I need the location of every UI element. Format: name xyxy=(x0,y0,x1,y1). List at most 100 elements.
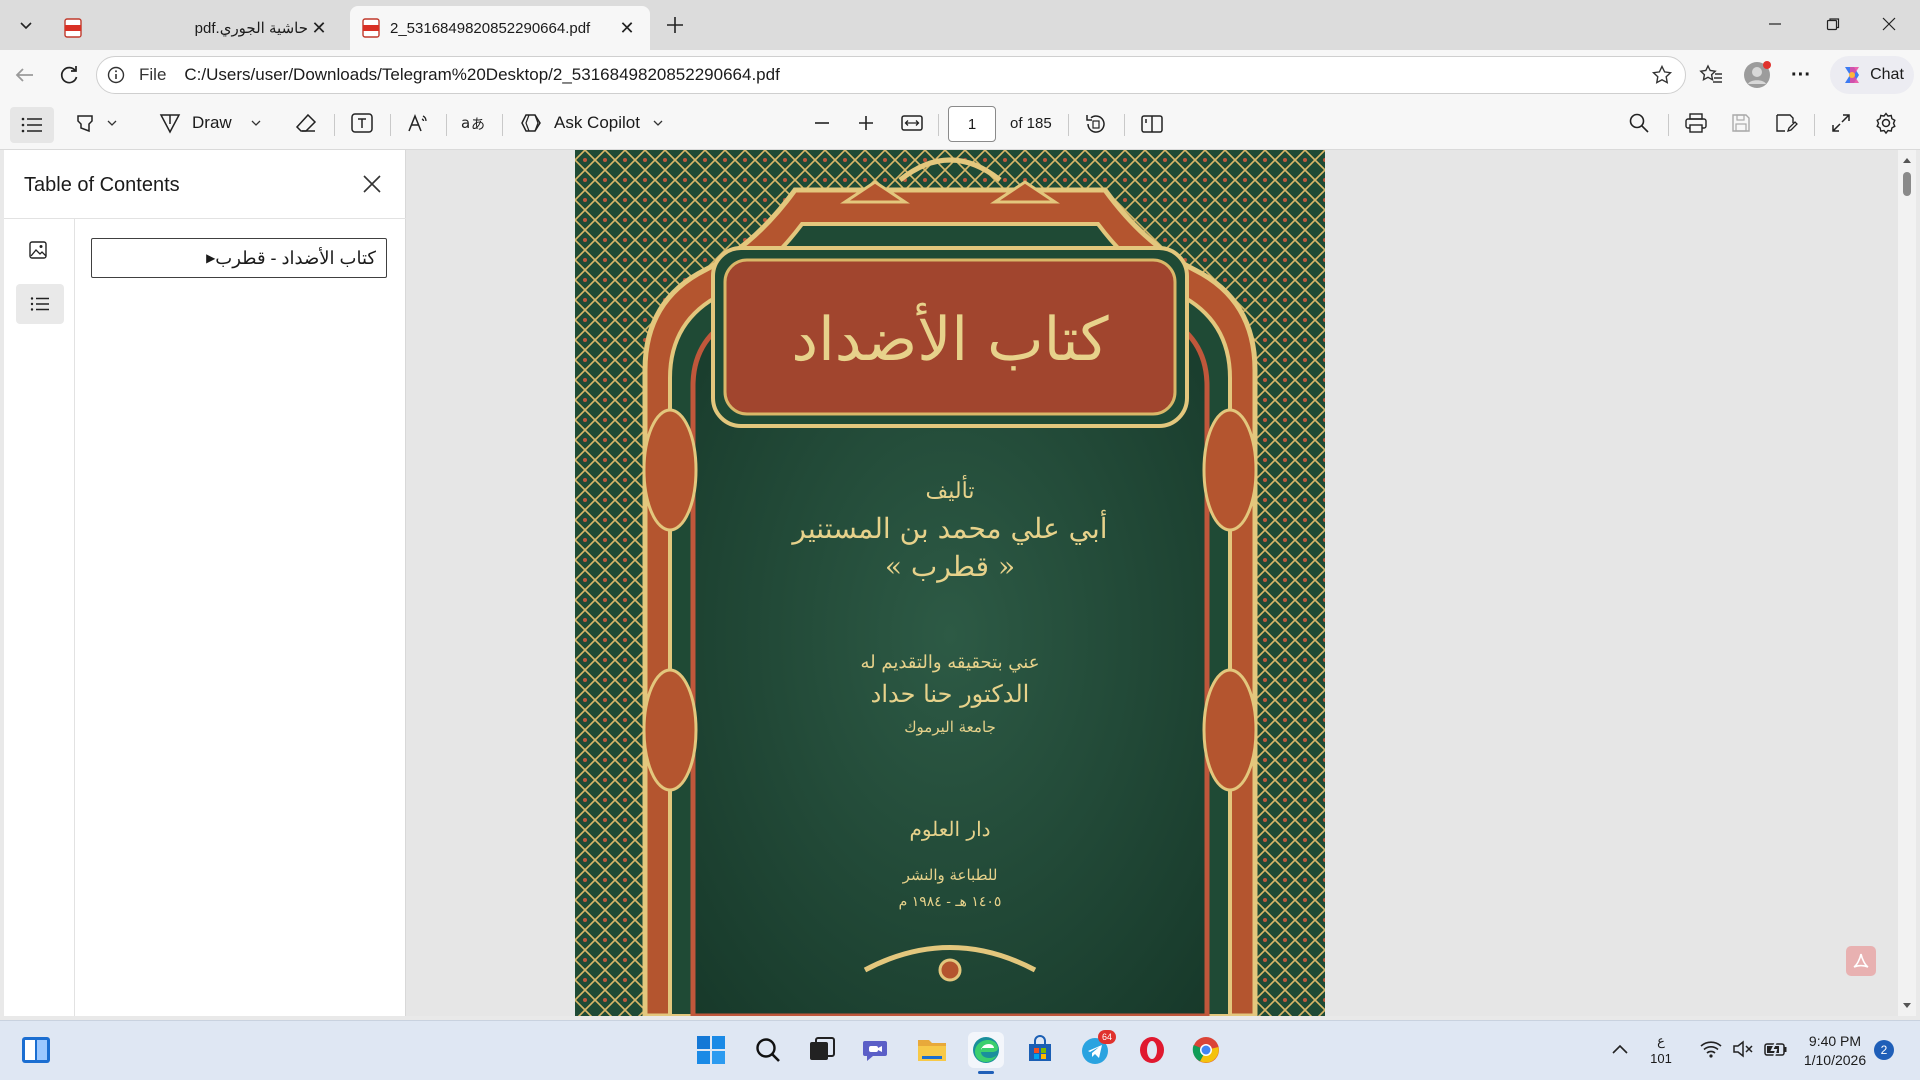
toolbar-separator xyxy=(1668,114,1669,136)
rotate-icon xyxy=(1086,115,1105,133)
taskbar-search-button[interactable] xyxy=(750,1032,786,1068)
taskbar-clock[interactable]: 9:40 PM 1/10/2026 xyxy=(1790,1032,1880,1070)
tab-label: حاشية الجوري.pdf xyxy=(194,20,308,37)
translate-button[interactable]: aあ xyxy=(460,112,486,134)
tab-label: 2_5316849820852290664.pdf xyxy=(390,19,591,37)
keyboard-language-indicator[interactable]: ع 101 xyxy=(1646,1032,1676,1068)
page-total-label: of 185 xyxy=(1010,115,1052,132)
favorite-star-icon[interactable] xyxy=(1651,64,1673,86)
info-icon xyxy=(107,66,125,84)
address-scheme-label: File xyxy=(139,65,167,84)
task-view-button[interactable] xyxy=(804,1032,840,1068)
windows-logo-icon xyxy=(697,1036,725,1064)
highlight-button[interactable] xyxy=(74,112,118,134)
cover-editor: الدكتور حنا حداد xyxy=(871,680,1030,708)
tab-hashiya-pdf[interactable]: حاشية الجوري.pdf ✕ xyxy=(52,6,342,50)
folder-icon xyxy=(918,1040,946,1061)
opera-browser-button[interactable] xyxy=(1134,1032,1170,1068)
ask-copilot-button[interactable]: Ask Copilot xyxy=(520,112,664,134)
find-button[interactable] xyxy=(1628,112,1650,134)
acrobat-icon xyxy=(1853,953,1869,968)
draw-button[interactable]: Draw xyxy=(158,112,262,134)
chevron-down-icon[interactable] xyxy=(250,117,262,129)
vertical-scrollbar[interactable] xyxy=(1898,150,1916,1016)
edge-browser-button[interactable] xyxy=(968,1032,1004,1068)
toc-item-label: كتاب الأضداد - قطرب xyxy=(215,247,376,268)
task-view-icon xyxy=(810,1037,835,1060)
chevron-down-icon xyxy=(20,22,32,30)
page-view-button[interactable] xyxy=(1140,113,1164,135)
save-button[interactable] xyxy=(1730,112,1752,134)
settings-more-button[interactable]: ··· xyxy=(1786,62,1816,88)
chrome-browser-button[interactable] xyxy=(1188,1032,1224,1068)
rotate-button[interactable] xyxy=(1084,113,1108,135)
image-thumbnail-icon xyxy=(29,241,47,259)
close-panel-button[interactable] xyxy=(360,172,384,196)
profile-avatar[interactable] xyxy=(1742,60,1772,90)
cover-author: أبي علي محمد بن المستنير xyxy=(790,510,1107,545)
erase-button[interactable] xyxy=(294,112,318,134)
pdf-file-icon xyxy=(64,18,82,38)
address-url[interactable]: C:/Users/user/Downloads/Telegram%20Deskt… xyxy=(184,65,779,85)
copilot-chat-button[interactable]: Chat xyxy=(1830,56,1914,94)
telegram-button[interactable]: 64 xyxy=(1078,1030,1116,1068)
refresh-button[interactable] xyxy=(56,62,82,88)
notification-center-badge[interactable]: 2 xyxy=(1874,1040,1894,1060)
two-page-view-icon xyxy=(1141,115,1163,133)
eraser-icon xyxy=(295,113,317,132)
address-bar[interactable]: File C:/Users/user/Downloads/Telegram%20… xyxy=(96,56,1686,94)
fit-to-width-button[interactable] xyxy=(900,113,924,133)
add-text-button[interactable] xyxy=(350,112,374,134)
system-tray[interactable] xyxy=(1700,1040,1788,1058)
pdf-settings-button[interactable] xyxy=(1874,111,1898,135)
print-button[interactable] xyxy=(1684,112,1708,134)
table-of-contents-toggle[interactable] xyxy=(10,107,54,143)
close-tab-icon[interactable]: ✕ xyxy=(308,18,330,39)
toolbar-separator xyxy=(938,114,939,136)
draw-pen-icon xyxy=(159,114,181,134)
expand-caret-icon[interactable]: ▶ xyxy=(206,251,215,265)
chevron-down-icon[interactable] xyxy=(106,117,118,129)
chevron-down-icon[interactable] xyxy=(652,117,664,129)
translate-icon: aあ xyxy=(461,114,485,133)
page-number-input[interactable]: 1 xyxy=(948,106,996,142)
close-tab-icon[interactable]: ✕ xyxy=(616,18,638,39)
cover-title: كتاب الأضداد xyxy=(791,302,1109,375)
zoom-out-button[interactable] xyxy=(812,113,832,133)
restore-button[interactable] xyxy=(1810,0,1856,48)
microsoft-store-button[interactable] xyxy=(1022,1032,1058,1068)
acrobat-badge[interactable] xyxy=(1846,946,1876,976)
teams-button[interactable] xyxy=(858,1032,894,1068)
new-tab-button[interactable] xyxy=(660,10,690,40)
edge-icon xyxy=(973,1037,999,1063)
panel-title: Table of Contents xyxy=(24,174,180,196)
zoom-in-button[interactable] xyxy=(856,113,876,133)
toolbar-separator xyxy=(334,114,335,136)
fullscreen-button[interactable] xyxy=(1830,112,1852,134)
close-window-button[interactable] xyxy=(1866,0,1912,48)
keyboard-language: ع xyxy=(1657,1033,1665,1048)
toc-item[interactable]: كتاب الأضداد - قطرب ▶ xyxy=(91,238,387,278)
show-hidden-icons-button[interactable] xyxy=(1610,1040,1630,1060)
read-aloud-button[interactable] xyxy=(406,112,430,134)
outline-tab[interactable] xyxy=(16,284,64,324)
back-button[interactable] xyxy=(12,62,38,88)
minus-icon xyxy=(815,122,829,124)
tab-active-pdf[interactable]: 2_5316849820852290664.pdf ✕ xyxy=(350,6,650,50)
search-icon xyxy=(756,1038,780,1062)
file-explorer-button[interactable] xyxy=(914,1032,950,1068)
favorites-button[interactable] xyxy=(1698,62,1724,88)
save-as-icon xyxy=(1776,114,1798,133)
clock-time: 9:40 PM xyxy=(1808,1033,1862,1049)
thumbnails-tab[interactable] xyxy=(28,240,48,260)
minimize-button[interactable] xyxy=(1752,0,1798,48)
cover-publisher: دار العلوم xyxy=(909,817,990,841)
panel-divider xyxy=(4,218,406,219)
save-as-button[interactable] xyxy=(1774,112,1798,134)
start-button[interactable] xyxy=(693,1032,729,1068)
widgets-button[interactable] xyxy=(18,1032,54,1068)
favorites-list-icon xyxy=(1699,64,1722,83)
tab-actions-menu-button[interactable] xyxy=(10,10,42,40)
cover-date: ١٤٠٥ هـ - ١٩٨٤ م xyxy=(899,894,1002,910)
notification-count-badge: 64 xyxy=(1098,1030,1116,1044)
